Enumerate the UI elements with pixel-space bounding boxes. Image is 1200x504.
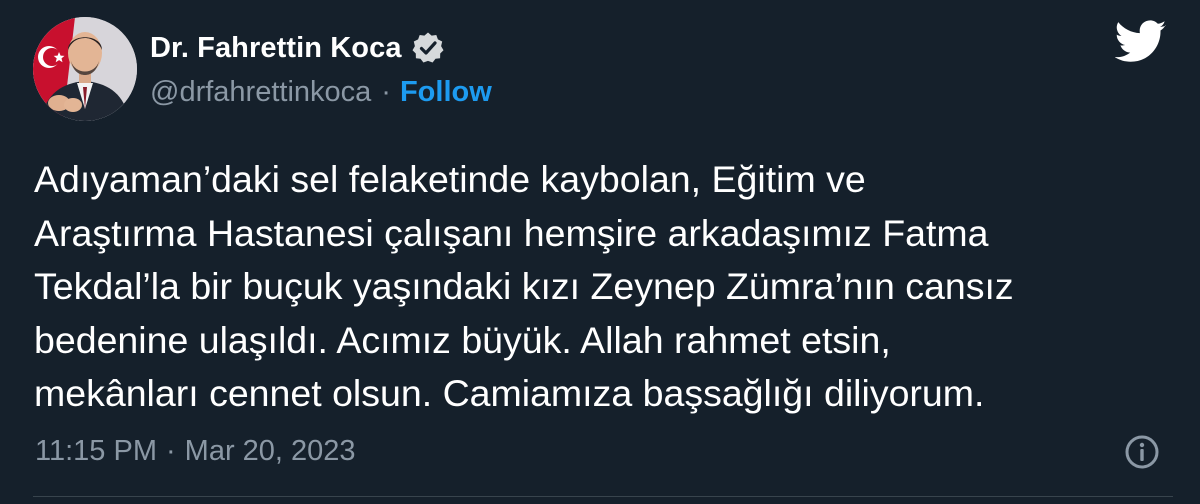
tweet-card: Dr. Fahrettin Koca @drfahrettinkoca · Fo…	[0, 0, 1200, 504]
tweet-text-line: Araştırma Hastanesi çalışanı hemşire ark…	[34, 211, 989, 254]
avatar-photo	[33, 17, 137, 121]
follow-button[interactable]: Follow	[400, 76, 492, 109]
tweet-text: Adıyaman’daki sel felaketinde kaybolan, …	[34, 153, 1174, 421]
tweet-time[interactable]: 11:15 PM	[35, 435, 157, 468]
handle-row: @drfahrettinkoca · Follow	[150, 71, 492, 113]
twitter-bird-icon[interactable]	[1114, 20, 1167, 64]
tweet-text-line: Adıyaman’daki sel felaketinde kaybolan, …	[34, 158, 866, 200]
author-handle[interactable]: @drfahrettinkoca	[150, 76, 371, 109]
avatar[interactable]	[33, 17, 137, 121]
verified-badge-icon	[410, 30, 446, 66]
tweet-text-line: mekânları cennet olsun. Camiamıza başsağ…	[34, 372, 985, 414]
author-name-row: Dr. Fahrettin Koca	[150, 26, 446, 70]
tweet-text-line: Tekdal’la bir buçuk yaşındaki kızı Zeyne…	[34, 265, 1014, 307]
divider	[33, 496, 1173, 497]
tweet-text-line: bedenine ulaşıldı. Acımız büyük. Allah r…	[34, 318, 891, 361]
handle-separator: ·	[381, 75, 391, 108]
author-name[interactable]: Dr. Fahrettin Koca	[150, 32, 402, 65]
timestamp-separator: ·	[165, 434, 176, 467]
tweet-date[interactable]: Mar 20, 2023	[185, 435, 356, 468]
timestamp-row[interactable]: 11:15 PM · Mar 20, 2023	[35, 430, 356, 472]
info-icon[interactable]	[1124, 434, 1160, 470]
